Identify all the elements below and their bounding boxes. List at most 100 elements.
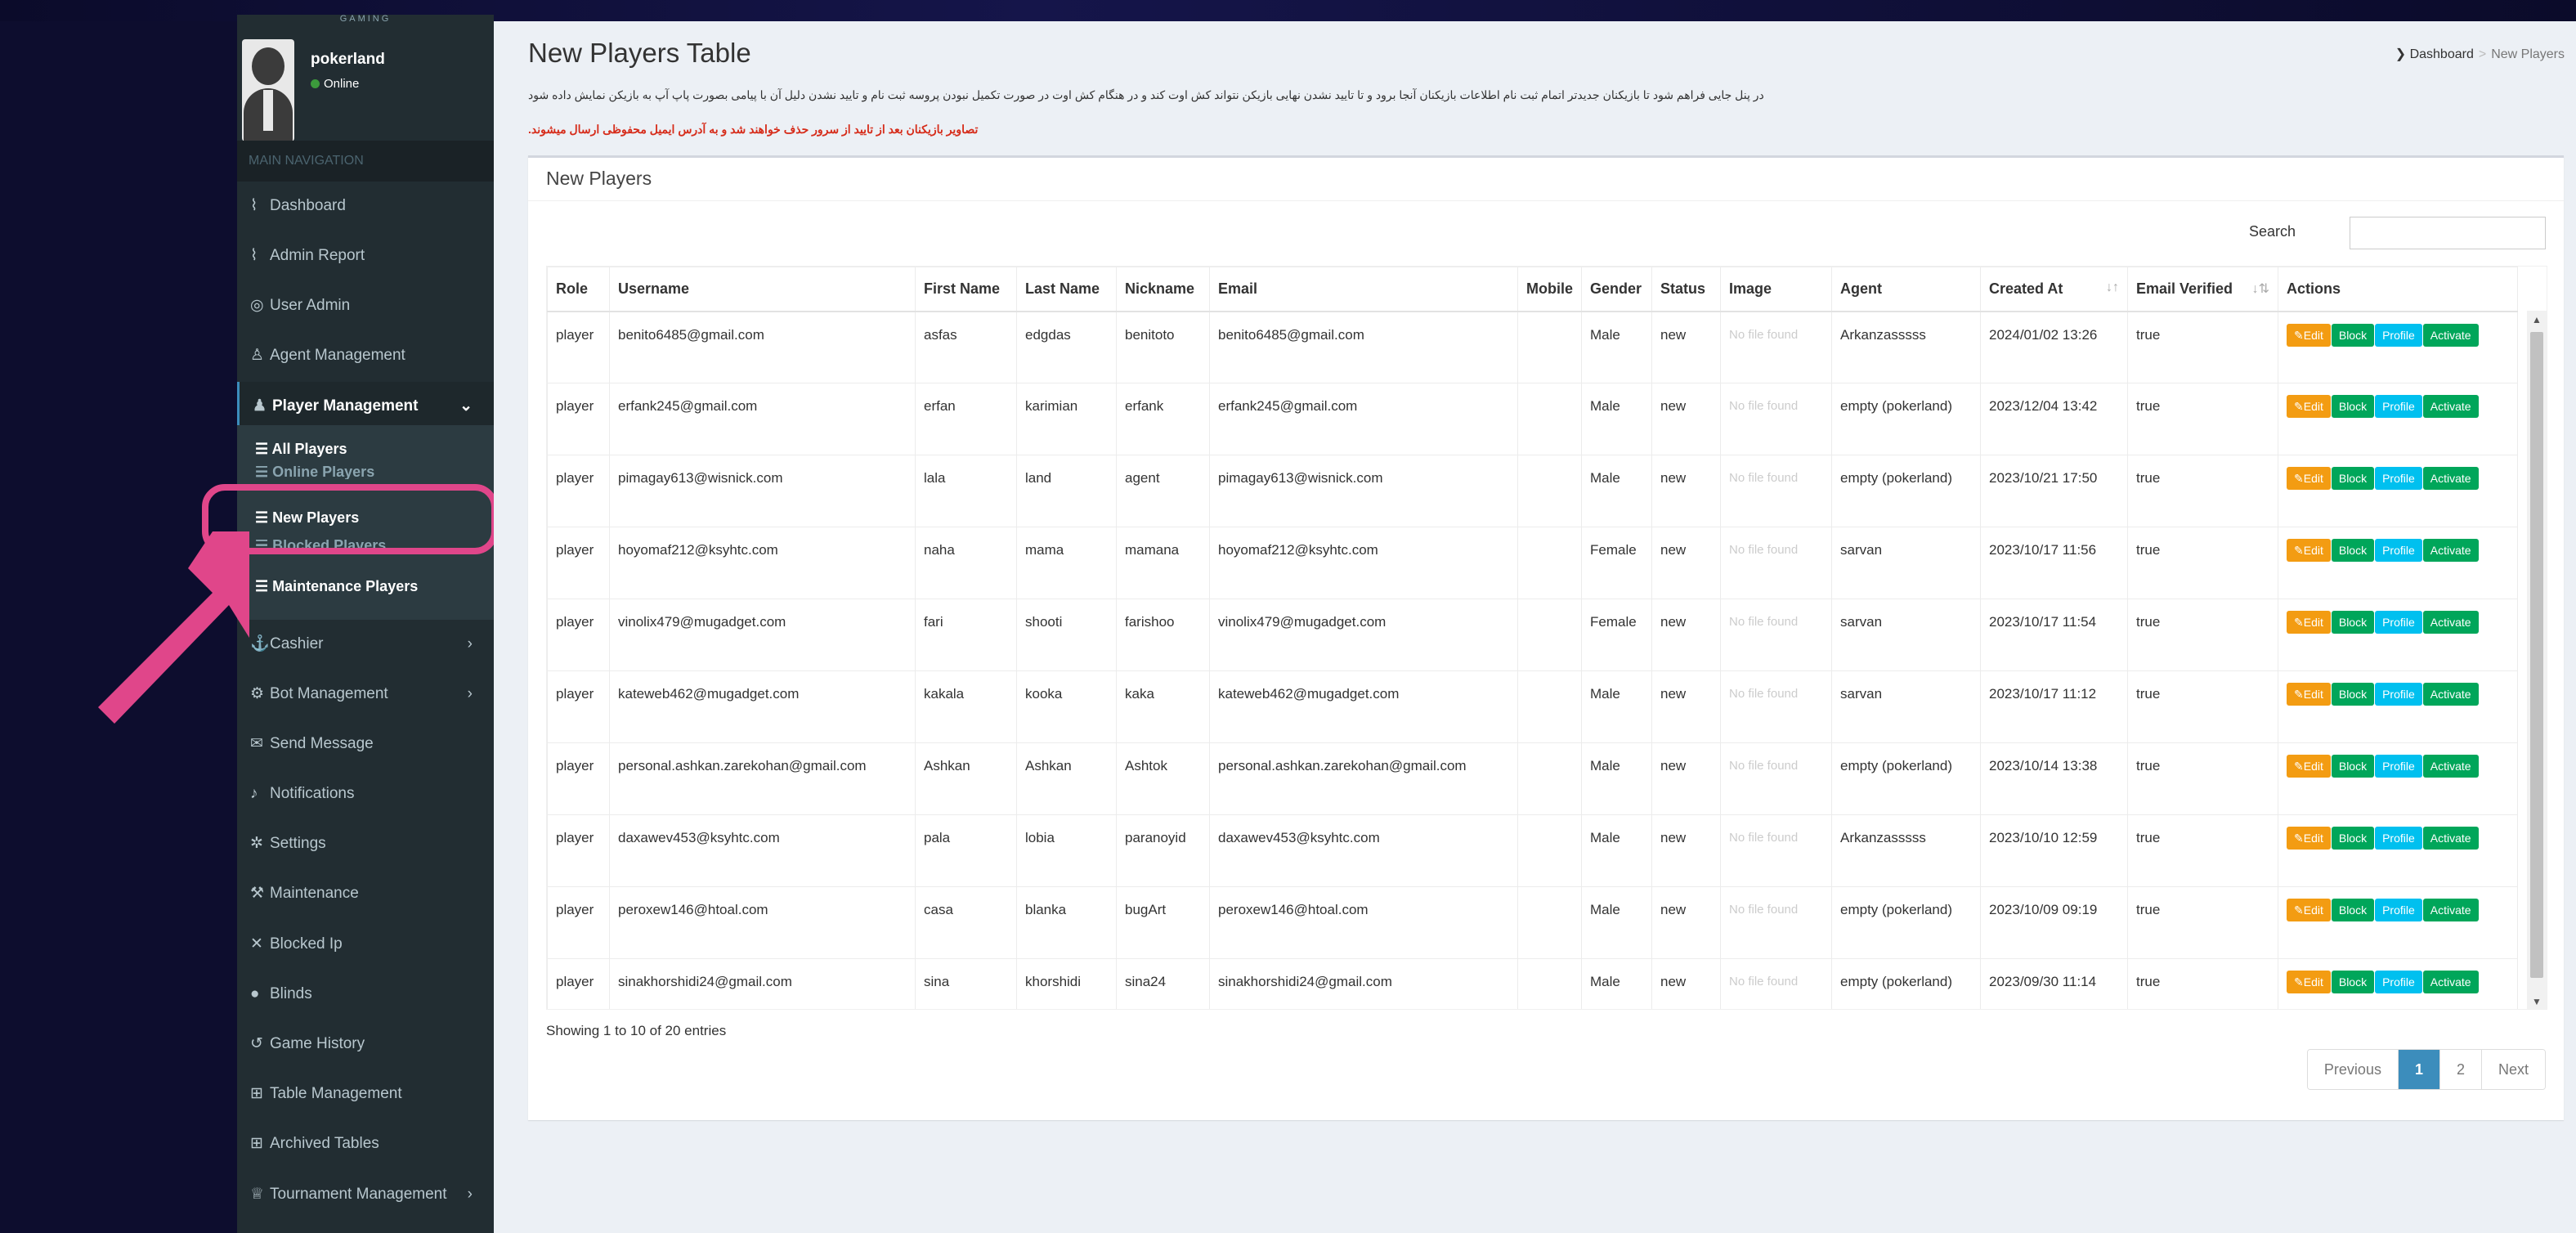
column-header[interactable]: Created At ↓↑ [1980,267,2128,312]
pagination-page-2[interactable]: 2 [2439,1050,2481,1089]
block-button[interactable]: Block [2331,323,2375,347]
profile-button[interactable]: Profile [2375,899,2422,921]
column-header[interactable]: Mobile [1517,267,1582,312]
block-button[interactable]: Block [2331,395,2375,418]
profile-button[interactable]: Profile [2375,683,2422,706]
edit-button[interactable]: ✎Edit [2287,539,2331,562]
sidebar-item-blinds[interactable]: ● Blinds [237,970,494,1019]
sort-icon[interactable]: ↓↑ [2106,280,2119,295]
sidebar-item-label: Game History [270,1035,365,1052]
activate-button[interactable]: Activate [2422,755,2479,778]
activate-button[interactable]: Activate [2422,899,2479,921]
scroll-down-icon[interactable]: ▼ [2532,996,2542,1007]
block-button[interactable]: Block [2331,539,2375,562]
edit-button[interactable]: ✎Edit [2287,323,2331,347]
sidebar-item-table-management[interactable]: ⊞ Table Management [237,1069,494,1119]
sidebar-item-notifications[interactable]: ♪ Notifications [237,769,494,818]
column-header[interactable]: Role [547,267,610,312]
scroll-thumb[interactable] [2530,332,2543,978]
activate-button[interactable]: Activate [2422,611,2479,634]
sidebar-item-send-message[interactable]: ✉ Send Message [237,720,494,769]
table-scrollbar[interactable]: ▲ ▼ [2527,311,2547,1009]
activate-button[interactable]: Activate [2422,539,2479,562]
sidebar-item-blocked-ip[interactable]: ✕ Blocked Ip [237,920,494,969]
sidebar-item-online-players[interactable]: ☰ Online Players [255,466,374,479]
edit-button[interactable]: ✎Edit [2287,683,2331,706]
pagination-page-1[interactable]: 1 [2397,1050,2439,1089]
sidebar-item-player-management[interactable]: ♟ Player Management ⌄ [237,382,494,431]
column-header[interactable]: Last Name [1016,267,1117,312]
agent-cell: sarvan [1831,599,1981,671]
edit-button[interactable]: ✎Edit [2287,755,2331,778]
sidebar-item-bot-management[interactable]: ⚙ Bot Management › [237,670,494,719]
block-button[interactable]: Block [2331,971,2375,993]
activate-button[interactable]: Activate [2422,683,2479,706]
column-header[interactable]: Email [1209,267,1518,312]
activate-button[interactable]: Activate [2422,971,2479,993]
edit-icon: ✎ [2294,832,2304,845]
edit-button[interactable]: ✎Edit [2287,971,2331,993]
block-button[interactable]: Block [2331,827,2375,850]
column-header[interactable]: Gender [1581,267,1652,312]
sidebar-item-tournament-management[interactable]: ♕ Tournament Management › [237,1170,494,1219]
edit-button[interactable]: ✎Edit [2287,899,2331,921]
username-cell: erfank245@gmail.com [609,383,916,455]
sidebar-item-archived-tables[interactable]: ⊞ Archived Tables [237,1119,494,1168]
sort-icon[interactable]: ↓⇅ [2252,280,2269,297]
profile-button[interactable]: Profile [2375,323,2422,347]
activate-button[interactable]: Activate [2422,395,2479,418]
profile-button[interactable]: Profile [2375,827,2422,850]
profile-button[interactable]: Profile [2375,611,2422,634]
sidebar-item-all-players[interactable]: ☰ All Players [255,432,347,466]
activate-button[interactable]: Activate [2422,323,2479,347]
pagination-previous[interactable]: Previous [2307,1050,2398,1089]
sidebar-item-cashier[interactable]: ⚓Cashier › [237,620,494,669]
column-header[interactable]: First Name [915,267,1017,312]
sidebar-item-admin-report[interactable]: ⌇ Admin Report [237,231,494,280]
sidebar-item-dashboard[interactable]: ⌇ Dashboard [237,182,494,231]
button-label: Activate [2430,975,2471,989]
profile-button[interactable]: Profile [2375,467,2422,490]
column-header[interactable]: Username [609,267,916,312]
block-button[interactable]: Block [2331,755,2375,778]
activate-button[interactable]: Activate [2422,827,2479,850]
block-button[interactable]: Block [2331,683,2375,706]
pagination-next[interactable]: Next [2480,1050,2545,1089]
sidebar-item-agent-management[interactable]: ♙ Agent Management [237,331,494,380]
edit-button[interactable]: ✎Edit [2287,467,2331,490]
role-cell: player [547,383,610,455]
breadcrumb-home[interactable]: Dashboard [2410,47,2474,61]
profile-button[interactable]: Profile [2375,395,2422,418]
profile-button[interactable]: Profile [2375,971,2422,993]
gender-cell: Female [1581,527,1652,599]
table-row: player sinakhorshidi24@gmail.com sina khors… [547,958,2518,1009]
edit-button[interactable]: ✎Edit [2287,827,2331,850]
edit-button[interactable]: ✎Edit [2287,611,2331,634]
sidebar-item-maintenance-players[interactable]: ☰ Maintenance Players [255,569,418,603]
column-header[interactable]: Nickname [1116,267,1210,312]
edit-button[interactable]: ✎Edit [2287,395,2331,418]
activate-button[interactable]: Activate [2422,467,2479,490]
column-header[interactable]: Email Verified ↓⇅ [2127,267,2278,312]
column-header[interactable]: Agent [1831,267,1981,312]
block-button[interactable]: Block [2331,611,2375,634]
sidebar-item-settings[interactable]: ✲ Settings [237,819,494,868]
sidebar-item-user-admin[interactable]: ◎ User Admin [237,281,494,330]
column-header[interactable]: Image [1720,267,1832,312]
created-at-cell: 2023/10/09 09:19 [1980,886,2128,959]
column-header[interactable]: Actions [2278,267,2518,312]
scroll-up-icon[interactable]: ▲ [2532,314,2542,325]
block-button[interactable]: Block [2331,899,2375,921]
search-input[interactable] [2350,217,2546,249]
email-cell: benito6485@gmail.com [1209,311,1518,383]
gender-cell: Male [1581,383,1652,455]
column-header[interactable]: Status [1651,267,1721,312]
block-button[interactable]: Block [2331,467,2375,490]
table-icon: ⊞ [250,1135,263,1152]
gender-cell: Female [1581,599,1652,671]
profile-button[interactable]: Profile [2375,539,2422,562]
image-cell: No file found [1720,670,1832,743]
sidebar-item-maintenance[interactable]: ⚒ Maintenance [237,869,494,918]
sidebar-item-game-history[interactable]: ↺ Game History [237,1020,494,1069]
profile-button[interactable]: Profile [2375,755,2422,778]
